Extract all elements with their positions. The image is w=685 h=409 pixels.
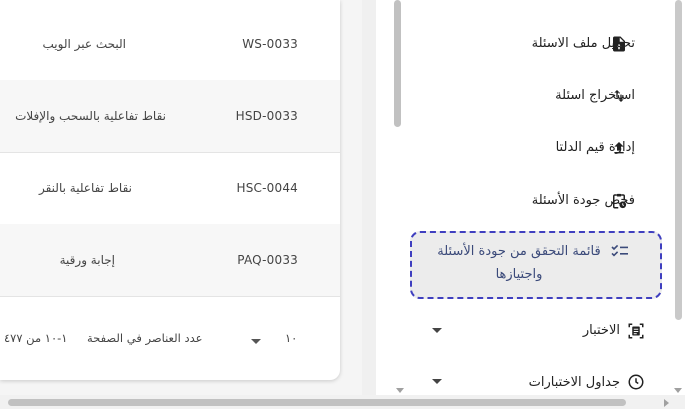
scroll-down-arrow-icon[interactable] — [674, 388, 682, 393]
table-row[interactable]: HSD-0033 نقاط تفاعلية بالسحب والإفلات — [0, 80, 340, 153]
sidebar-item-label: جداول الاختبارات — [528, 375, 620, 390]
items-per-page-label: عدد العناصر في الصفحة — [87, 331, 203, 345]
chevron-down-icon[interactable] — [432, 379, 442, 384]
page-scrollbar-thumb[interactable] — [675, 0, 682, 320]
horizontal-scrollbar-thumb[interactable] — [8, 399, 626, 406]
scroll-down-arrow-icon[interactable] — [396, 388, 404, 393]
swap-vertical-icon — [608, 85, 630, 107]
page-range-label: ١-١٠ من ٤٧٧ — [4, 331, 68, 345]
question-type-code: WS-0033 — [242, 37, 298, 51]
checklist-icon — [609, 240, 631, 262]
clipboard-clock-icon — [608, 190, 630, 212]
question-type-code: PAQ-0033 — [237, 253, 298, 267]
table-row[interactable]: HSC-0044 نقاط تفاعلية بالنقر — [0, 152, 340, 225]
table-row[interactable]: WS-0033 البحث عبر الويب — [0, 8, 340, 81]
question-type-code: HSC-0044 — [236, 181, 298, 195]
table-row[interactable]: PAQ-0033 إجابة ورقية — [0, 224, 340, 297]
upload-icon — [608, 137, 630, 159]
file-upload-icon — [608, 33, 630, 55]
questions-table-card: WS-0033 البحث عبر الويب HSD-0033 نقاط تف… — [0, 0, 340, 380]
document-scan-icon — [625, 320, 647, 342]
scroll-right-arrow-icon[interactable] — [664, 399, 669, 407]
horizontal-scrollbar[interactable] — [0, 395, 685, 409]
sidebar-item-label: الاختبار — [582, 323, 620, 338]
question-type-name: البحث عبر الويب — [42, 37, 126, 51]
question-type-code: HSD-0033 — [235, 109, 298, 123]
sidebar: تحميل ملف الاسئلة استخراج اسئلة إدارة قي… — [376, 0, 685, 395]
clock-icon — [625, 371, 647, 393]
question-type-name: إجابة ورقية — [59, 253, 115, 267]
sidebar-item-label-active: قائمة التحقق من جودة الأسئلة واجتيازها — [437, 244, 601, 282]
question-type-name: نقاط تفاعلية بالسحب والإفلات — [15, 109, 166, 123]
items-per-page-value[interactable]: ١٠ — [285, 331, 297, 345]
sidebar-scrollbar-thumb[interactable] — [394, 0, 401, 127]
chevron-down-icon[interactable] — [251, 339, 261, 344]
chevron-down-icon[interactable] — [432, 328, 442, 333]
table-paginator: ١٠ عدد العناصر في الصفحة ١-١٠ من ٤٧٧ — [0, 304, 340, 374]
panel-gutter — [362, 0, 376, 395]
question-type-name: نقاط تفاعلية بالنقر — [38, 181, 132, 195]
